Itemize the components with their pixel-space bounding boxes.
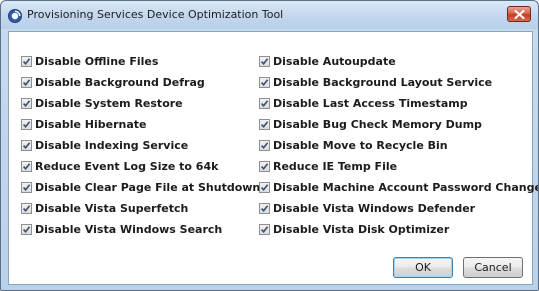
checkbox[interactable]	[259, 224, 270, 235]
option-disable-bug-check-memory-dump[interactable]: Disable Bug Check Memory Dump	[259, 114, 538, 135]
option-label: Reduce IE Temp File	[273, 160, 398, 173]
options-right-column: Disable Autoupdate Disable Background La…	[259, 51, 539, 240]
option-disable-background-layout-service[interactable]: Disable Background Layout Service	[259, 72, 538, 93]
option-label: Disable Autoupdate	[273, 55, 396, 68]
option-disable-vista-superfetch[interactable]: Disable Vista Superfetch	[21, 198, 260, 219]
option-disable-clear-page-file[interactable]: Disable Clear Page File at Shutdown	[21, 177, 260, 198]
option-label: Disable Indexing Service	[35, 139, 189, 152]
option-reduce-event-log-size[interactable]: Reduce Event Log Size to 64k	[21, 156, 260, 177]
option-label: Disable Last Access Timestamp	[273, 97, 468, 110]
option-label: Reduce Event Log Size to 64k	[35, 160, 219, 173]
checkbox[interactable]	[21, 119, 32, 130]
cancel-button[interactable]: Cancel	[463, 257, 523, 278]
checkmark-icon	[23, 79, 31, 87]
option-label: Disable Hibernate	[35, 118, 147, 131]
option-disable-vista-windows-search[interactable]: Disable Vista Windows Search	[21, 219, 260, 240]
checkbox[interactable]	[21, 161, 32, 172]
options-left-column: Disable Offline Files Disable Background…	[21, 51, 260, 240]
checkmark-icon	[261, 79, 269, 87]
option-label: Disable Move to Recycle Bin	[273, 139, 448, 152]
checkmark-icon	[261, 100, 269, 108]
checkmark-icon	[23, 121, 31, 129]
checkbox[interactable]	[259, 56, 270, 67]
checkmark-icon	[261, 205, 269, 213]
option-disable-background-defrag[interactable]: Disable Background Defrag	[21, 72, 260, 93]
option-label: Disable Vista Disk Optimizer	[273, 223, 450, 236]
checkbox[interactable]	[21, 182, 32, 193]
checkbox[interactable]	[259, 119, 270, 130]
app-icon	[8, 8, 22, 23]
option-label: Disable Vista Superfetch	[35, 202, 189, 215]
title-bar[interactable]: Provisioning Services Device Optimizatio…	[1, 1, 538, 29]
checkbox[interactable]	[21, 56, 32, 67]
checkbox[interactable]	[21, 203, 32, 214]
checkmark-icon	[23, 100, 31, 108]
window-title: Provisioning Services Device Optimizatio…	[27, 8, 284, 21]
checkbox[interactable]	[259, 77, 270, 88]
checkbox[interactable]	[21, 98, 32, 109]
option-disable-system-restore[interactable]: Disable System Restore	[21, 93, 260, 114]
checkbox[interactable]	[21, 77, 32, 88]
checkbox[interactable]	[259, 182, 270, 193]
checkmark-icon	[261, 58, 269, 66]
option-disable-move-to-recycle-bin[interactable]: Disable Move to Recycle Bin	[259, 135, 538, 156]
option-label: Disable Vista Windows Defender	[273, 202, 476, 215]
option-disable-offline-files[interactable]: Disable Offline Files	[21, 51, 260, 72]
option-disable-last-access-timestamp[interactable]: Disable Last Access Timestamp	[259, 93, 538, 114]
option-label: Disable Clear Page File at Shutdown	[35, 181, 261, 194]
close-button[interactable]	[507, 6, 531, 22]
option-disable-vista-windows-defender[interactable]: Disable Vista Windows Defender	[259, 198, 538, 219]
option-disable-vista-disk-optimizer[interactable]: Disable Vista Disk Optimizer	[259, 219, 538, 240]
option-label: Disable System Restore	[35, 97, 183, 110]
option-label: Disable Background Layout Service	[273, 76, 493, 89]
option-label: Disable Background Defrag	[35, 76, 205, 89]
close-icon	[514, 10, 525, 19]
dialog-content: Disable Offline Files Disable Background…	[8, 31, 538, 285]
checkbox[interactable]	[259, 98, 270, 109]
checkmark-icon	[261, 184, 269, 192]
checkmark-icon	[23, 226, 31, 234]
option-reduce-ie-temp-file[interactable]: Reduce IE Temp File	[259, 156, 538, 177]
option-disable-machine-account-password-changes[interactable]: Disable Machine Account Password Changes	[259, 177, 539, 198]
option-disable-hibernate[interactable]: Disable Hibernate	[21, 114, 260, 135]
checkmark-icon	[23, 205, 31, 213]
checkbox[interactable]	[21, 140, 32, 151]
checkbox[interactable]	[259, 161, 270, 172]
checkmark-icon	[23, 58, 31, 66]
checkbox[interactable]	[259, 203, 270, 214]
option-disable-indexing-service[interactable]: Disable Indexing Service	[21, 135, 260, 156]
checkmark-icon	[23, 163, 31, 171]
checkmark-icon	[261, 121, 269, 129]
option-label: Disable Machine Account Password Changes	[273, 181, 539, 194]
checkmark-icon	[261, 142, 269, 150]
checkmark-icon	[261, 163, 269, 171]
checkbox[interactable]	[21, 224, 32, 235]
ok-button[interactable]: OK	[393, 257, 453, 278]
option-disable-autoupdate[interactable]: Disable Autoupdate	[259, 51, 538, 72]
option-label: Disable Offline Files	[35, 55, 159, 68]
dialog-window: Provisioning Services Device Optimizatio…	[0, 0, 539, 291]
checkmark-icon	[261, 226, 269, 234]
checkmark-icon	[23, 142, 31, 150]
option-label: Disable Vista Windows Search	[35, 223, 223, 236]
option-label: Disable Bug Check Memory Dump	[273, 118, 482, 131]
checkmark-icon	[23, 184, 31, 192]
checkbox[interactable]	[259, 140, 270, 151]
